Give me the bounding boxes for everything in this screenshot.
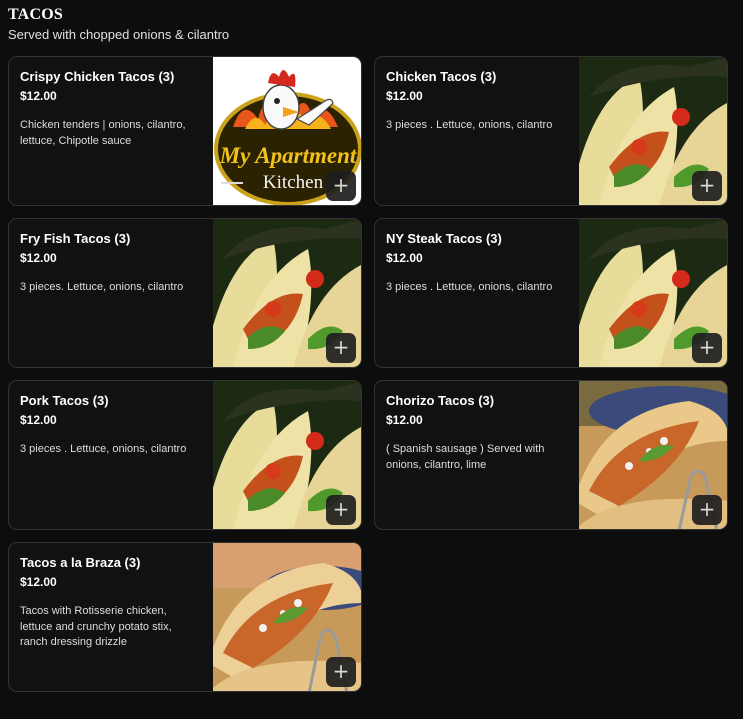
menu-item-card[interactable]: Crispy Chicken Tacos (3) $12.00 Chicken … [8,56,362,206]
add-to-cart-button[interactable]: + [692,171,722,201]
add-to-cart-button[interactable]: + [326,333,356,363]
item-image: + [213,219,361,367]
item-name: Chorizo Tacos (3) [386,393,495,408]
menu-item-card[interactable]: Chicken Tacos (3) $12.00 3 pieces . Lett… [374,56,728,206]
item-price: $12.00 [20,413,57,427]
item-price: $12.00 [20,575,57,589]
item-image: + [213,381,361,529]
item-price: $12.00 [386,89,423,103]
item-description: 3 pieces . Lettuce, onions, cilantro [20,443,187,455]
item-name: Fry Fish Tacos (3) [20,231,131,246]
add-to-cart-button[interactable]: + [692,333,722,363]
add-to-cart-button[interactable]: + [326,495,356,525]
menu-item-card[interactable]: Pork Tacos (3) $12.00 3 pieces . Lettuce… [8,380,362,530]
item-price: $12.00 [386,413,423,427]
item-description: 3 pieces . Lettuce, onions, cilantro [386,119,553,131]
item-name: Chicken Tacos (3) [386,69,497,84]
section-subtitle: Served with chopped onions & cilantro [8,27,230,42]
item-image: + [579,57,727,205]
item-description: Tacos with Rotisserie chicken, lettuce a… [20,605,172,648]
menu-item-card[interactable]: NY Steak Tacos (3) $12.00 3 pieces . Let… [374,218,728,368]
item-description: 3 pieces. Lettuce, onions, cilantro [20,281,184,293]
item-name: Pork Tacos (3) [20,393,109,408]
item-name: Crispy Chicken Tacos (3) [20,69,175,84]
logo-title-text: My Apartment [219,143,357,168]
logo-subtitle-text: Kitchen [263,172,324,193]
add-to-cart-button[interactable]: + [326,657,356,687]
item-name: NY Steak Tacos (3) [386,231,502,246]
section-title: TACOS [8,6,63,23]
item-description: Chicken tenders | onions, cilantro, lett… [20,119,186,147]
item-name: Tacos a la Braza (3) [20,555,141,570]
item-price: $12.00 [386,251,423,265]
menu-item-card[interactable]: Fry Fish Tacos (3) $12.00 3 pieces. Lett… [8,218,362,368]
item-image: My Apartment Kitchen + [213,57,361,205]
menu-item-card[interactable]: Tacos a la Braza (3) $12.00 Tacos with R… [8,542,362,692]
item-image: + [579,219,727,367]
item-image: + [579,381,727,529]
add-to-cart-button[interactable]: + [326,171,356,201]
item-description: 3 pieces . Lettuce, onions, cilantro [386,281,553,293]
add-to-cart-button[interactable]: + [692,495,722,525]
item-price: $12.00 [20,89,57,103]
item-image: + [213,543,361,691]
item-description: ( Spanish sausage ) Served with onions, … [386,443,545,471]
menu-item-card[interactable]: Chorizo Tacos (3) $12.00 ( Spanish sausa… [374,380,728,530]
item-price: $12.00 [20,251,57,265]
